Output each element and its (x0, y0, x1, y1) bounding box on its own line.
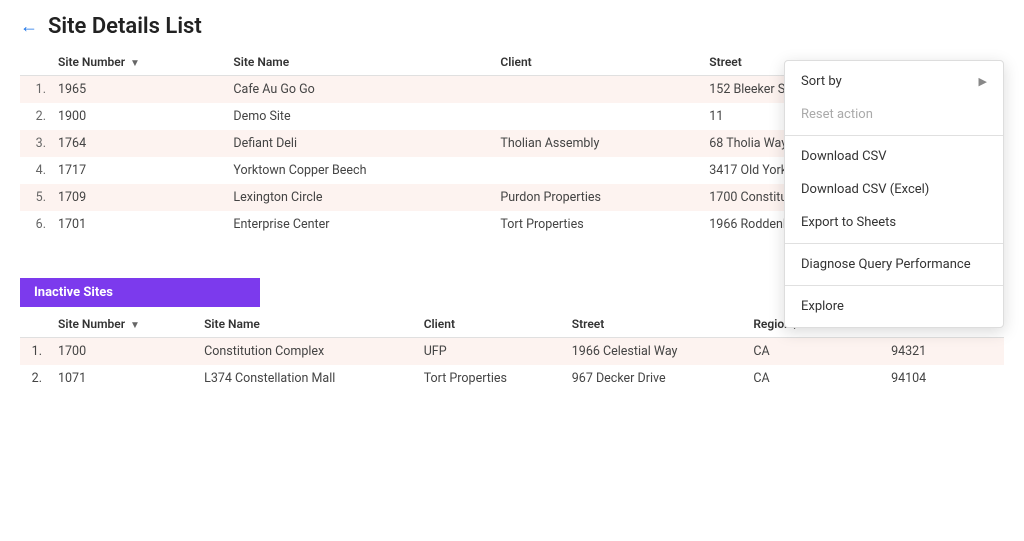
cell-site-name: Constitution Complex (196, 338, 416, 366)
inactive-col-num (20, 311, 50, 338)
menu-item-label: Diagnose Query Performance (801, 257, 971, 272)
cell-region: CA (745, 365, 883, 392)
inactive-col-site-name: Site Name (196, 311, 416, 338)
cell-client (492, 103, 701, 130)
row-num: 1. (20, 338, 50, 366)
row-num: 1. (20, 76, 50, 104)
row-num: 4. (20, 157, 50, 184)
menu-item-label: Reset action (801, 107, 873, 122)
context-menu-item[interactable]: Sort by ▶ (785, 65, 1003, 98)
inactive-sites-header: Inactive Sites (20, 278, 260, 307)
cell-postal: 94321 (883, 338, 1004, 366)
row-num: 5. (20, 184, 50, 211)
context-menu-item[interactable]: Download CSV (785, 140, 1003, 173)
page-title: Site Details List (48, 14, 202, 39)
context-menu-item[interactable]: Export to Sheets (785, 206, 1003, 239)
menu-divider (785, 243, 1003, 244)
context-menu: Sort by ▶ Reset action Download CSV Download… (784, 60, 1004, 328)
context-menu-item[interactable]: Diagnose Query Performance (785, 248, 1003, 281)
context-menu-item[interactable]: Explore (785, 290, 1003, 323)
cell-client: Tort Properties (416, 365, 564, 392)
cell-site-name: L374 Constellation Mall (196, 365, 416, 392)
inactive-col-site-number[interactable]: Site Number ▼ (50, 311, 196, 338)
cell-site-name: Defiant Deli (225, 130, 492, 157)
cell-postal: 94104 (883, 365, 1004, 392)
back-button[interactable]: ← (20, 16, 38, 37)
context-menu-item: Reset action (785, 98, 1003, 131)
menu-item-label: Sort by (801, 74, 842, 89)
cell-site-number: 1700 (50, 338, 196, 366)
cell-client: Tholian Assembly (492, 130, 701, 157)
col-num (20, 49, 50, 76)
menu-item-label: Explore (801, 299, 844, 314)
cell-site-number: 1709 (50, 184, 225, 211)
cell-site-number: 1764 (50, 130, 225, 157)
cell-site-number: 1717 (50, 157, 225, 184)
col-site-number[interactable]: Site Number ▼ (50, 49, 225, 76)
list-item[interactable]: 2. 1071 L374 Constellation Mall Tort Pro… (20, 365, 1004, 392)
cell-site-number: 1071 (50, 365, 196, 392)
sort-arrow-icon: ▼ (130, 58, 140, 69)
menu-divider (785, 135, 1003, 136)
inactive-sort-arrow-icon: ▼ (130, 320, 140, 331)
cell-site-name: Cafe Au Go Go (225, 76, 492, 104)
row-num: 3. (20, 130, 50, 157)
inactive-col-client: Client (416, 311, 564, 338)
row-num: 6. (20, 211, 50, 238)
page-header: ← Site Details List (0, 0, 1024, 49)
cell-site-number: 1701 (50, 211, 225, 238)
menu-divider (785, 285, 1003, 286)
cell-client: UFP (416, 338, 564, 366)
cell-site-name: Demo Site (225, 103, 492, 130)
row-num: 2. (20, 365, 50, 392)
inactive-col-street: Street (564, 311, 746, 338)
cell-site-name: Enterprise Center (225, 211, 492, 238)
col-client: Client (492, 49, 701, 76)
row-num: 2. (20, 103, 50, 130)
menu-item-label: Export to Sheets (801, 215, 896, 230)
cell-site-name: Lexington Circle (225, 184, 492, 211)
cell-street: 1966 Celestial Way (564, 338, 746, 366)
context-menu-item[interactable]: Download CSV (Excel) (785, 173, 1003, 206)
list-item[interactable]: 1. 1700 Constitution Complex UFP 1966 Ce… (20, 338, 1004, 366)
cell-street: 967 Decker Drive (564, 365, 746, 392)
cell-client: Purdon Properties (492, 184, 701, 211)
menu-item-label: Download CSV (801, 149, 887, 164)
col-site-name: Site Name (225, 49, 492, 76)
menu-item-label: Download CSV (Excel) (801, 182, 929, 197)
cell-client (492, 157, 701, 184)
cell-client: Tort Properties (492, 211, 701, 238)
cell-site-number: 1900 (50, 103, 225, 130)
cell-region: CA (745, 338, 883, 366)
submenu-arrow-icon: ▶ (979, 75, 987, 88)
cell-site-name: Yorktown Copper Beech (225, 157, 492, 184)
cell-site-number: 1965 (50, 76, 225, 104)
cell-client (492, 76, 701, 104)
